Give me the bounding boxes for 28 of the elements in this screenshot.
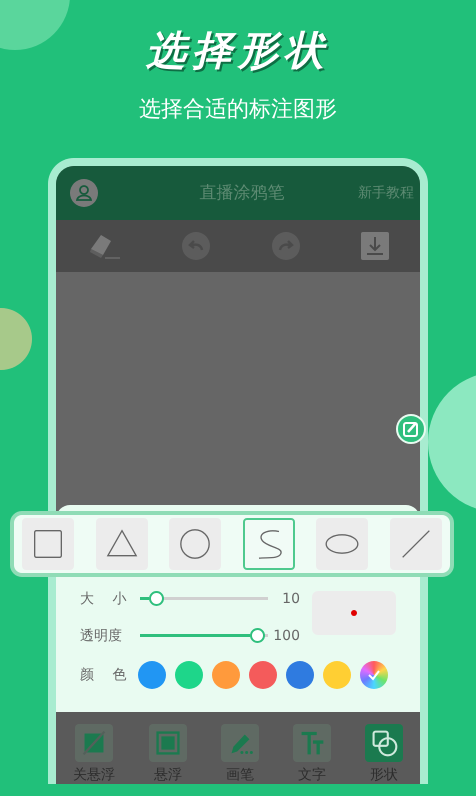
shape-option[interactable] [316,518,368,570]
color-swatch[interactable] [323,660,351,689]
download-icon[interactable] [361,232,390,260]
edit-icon[interactable] [396,414,426,444]
color-swatch[interactable] [138,660,166,689]
check-icon [367,668,381,681]
slider-value: 100 [273,628,300,644]
color-label: 颜 色 [80,666,128,684]
shape-option[interactable] [22,518,74,570]
shape-option[interactable] [96,518,148,570]
avatar-icon[interactable] [70,178,98,207]
slider-thumb[interactable] [149,591,164,606]
slider-fill [140,597,150,600]
slider-label: 透明度 [80,626,123,645]
color-swatch[interactable] [212,660,240,689]
color-picker[interactable] [360,660,388,689]
slider-label: 大 小 [80,590,128,608]
shape-option[interactable] [169,518,222,570]
promo-subtitle: 选择合适的标注图形 [139,96,337,124]
app-title: 直播涂鸦笔 [200,182,284,204]
tutorial-link[interactable]: 新手教程 [358,184,414,202]
color-swatch[interactable] [175,660,203,689]
slider-value: 10 [282,590,300,607]
shape-option[interactable] [242,518,295,570]
color-swatch[interactable] [286,660,314,689]
promo-title: 选择形状 [146,27,330,76]
slider-thumb[interactable] [250,628,265,644]
color-swatch[interactable] [249,660,277,689]
